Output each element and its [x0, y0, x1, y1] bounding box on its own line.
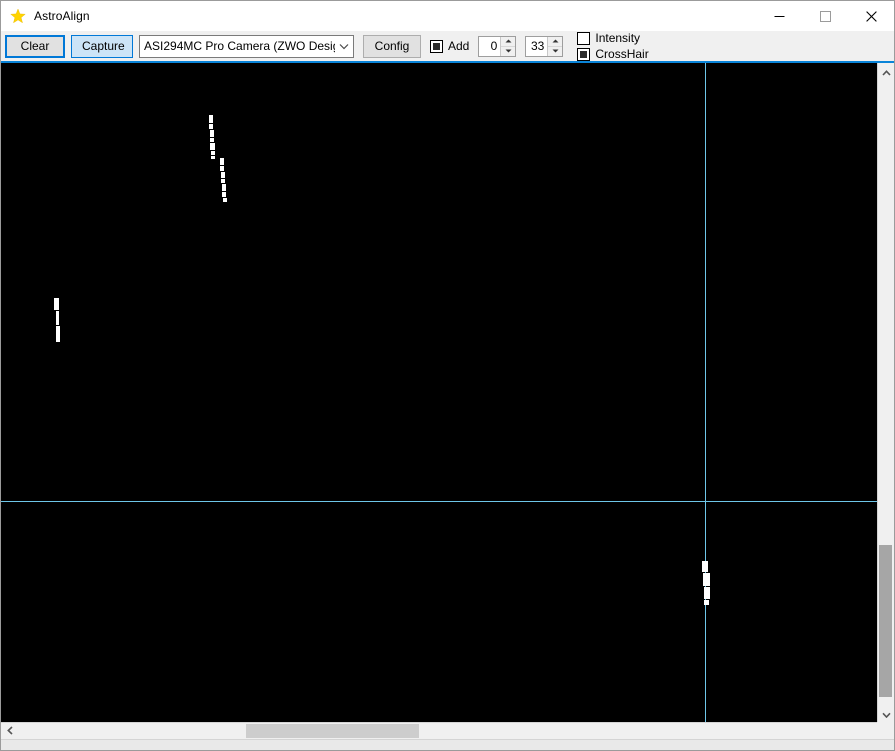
scroll-left-button[interactable]	[1, 723, 18, 739]
star-trail-segment	[54, 298, 59, 310]
offset-stepper-value: 0	[490, 38, 498, 53]
offset-stepper-buttons	[500, 36, 516, 56]
intensity-checkbox[interactable]: Intensity	[577, 31, 648, 45]
stepper-down-icon[interactable]	[501, 47, 515, 56]
config-button[interactable]: Config	[363, 34, 421, 58]
threshold-stepper-buttons	[547, 36, 563, 56]
star-trail-segment	[209, 124, 213, 129]
maximize-icon	[819, 10, 831, 22]
star-trail-segment	[704, 587, 710, 599]
toolbar: Clear Capture ASI294MC Pro Camera (ZWO D…	[1, 31, 894, 61]
threshold-stepper-value: 33	[531, 38, 545, 53]
star-trail-segment	[221, 172, 225, 178]
add-checkbox-box	[430, 39, 443, 53]
star-trail-segment	[222, 184, 226, 191]
star-trail-segment	[704, 600, 709, 605]
threshold-stepper[interactable]: 33	[525, 35, 564, 57]
star-icon	[10, 8, 26, 24]
window-controls	[756, 1, 894, 31]
close-icon	[865, 10, 877, 22]
star-trail-segment	[211, 156, 215, 159]
display-options: Intensity CrossHair	[577, 31, 649, 61]
clear-button[interactable]: Clear	[5, 34, 65, 58]
horizontal-scroll-thumb[interactable]	[246, 724, 419, 738]
vertical-scrollbar[interactable]	[877, 63, 894, 722]
chevron-left-icon	[6, 724, 13, 738]
star-trail-segment	[56, 326, 60, 342]
star-trail-segment	[702, 561, 708, 572]
star-trail-segment	[222, 192, 226, 197]
stepper-down-icon[interactable]	[548, 47, 562, 56]
title-bar-left: AstroAlign	[1, 8, 90, 24]
stepper-up-icon[interactable]	[548, 37, 563, 47]
horizontal-scrollbar[interactable]	[1, 722, 894, 739]
minimize-button[interactable]	[756, 1, 802, 31]
star-trail-segment	[221, 179, 225, 183]
chevron-down-icon	[881, 707, 891, 721]
maximize-button[interactable]	[802, 1, 848, 31]
crosshair-checkbox-box	[577, 47, 591, 61]
star-trail-segment	[56, 311, 59, 325]
star-trail-segment	[209, 115, 213, 123]
star-trail-segment	[220, 158, 224, 165]
window-title: AstroAlign	[34, 9, 90, 23]
star-trail-segment	[210, 138, 214, 142]
crosshair-checkbox[interactable]: CrossHair	[577, 47, 649, 61]
minimize-icon	[774, 11, 785, 22]
close-button[interactable]	[848, 1, 894, 31]
crosshair-vertical-line	[705, 63, 706, 722]
add-checkbox[interactable]: Add	[430, 39, 469, 53]
content-area	[1, 61, 894, 750]
camera-select[interactable]: ASI294MC Pro Camera (ZWO Design)	[139, 34, 354, 58]
scroll-up-button[interactable]	[878, 63, 894, 80]
camera-preview-canvas[interactable]	[1, 63, 877, 722]
star-trail-segment	[220, 166, 224, 171]
scrollbar-corner	[877, 722, 894, 739]
star-trail-segment	[210, 143, 215, 150]
scroll-down-button[interactable]	[878, 705, 894, 722]
capture-button[interactable]: Capture	[71, 34, 133, 58]
stepper-up-icon[interactable]	[501, 37, 516, 47]
offset-stepper[interactable]: 0	[478, 35, 517, 57]
intensity-checkbox-box	[577, 31, 591, 45]
chevron-down-icon	[335, 36, 353, 57]
crosshair-horizontal-line	[1, 501, 877, 502]
intensity-checkbox-label: Intensity	[595, 31, 641, 45]
star-trail-segment	[703, 573, 710, 586]
status-bar	[1, 739, 894, 750]
canvas-row	[1, 63, 894, 722]
star-trail-segment	[211, 151, 215, 155]
application-window: AstroAlign Clear Capture ASI294MC Pro Ca…	[0, 0, 895, 751]
star-trail-segment	[223, 198, 227, 202]
title-bar: AstroAlign	[1, 1, 894, 31]
chevron-up-icon	[881, 65, 891, 79]
star-trail-segment	[210, 130, 214, 137]
add-checkbox-label: Add	[448, 39, 470, 53]
camera-select-value: ASI294MC Pro Camera (ZWO Design)	[144, 39, 335, 53]
crosshair-checkbox-label: CrossHair	[595, 47, 649, 61]
vertical-scroll-thumb[interactable]	[879, 545, 892, 697]
